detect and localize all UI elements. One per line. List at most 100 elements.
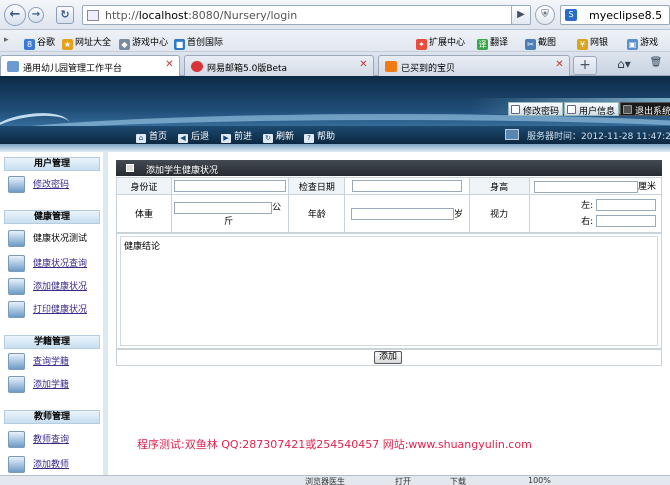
sidebar-item-add-health[interactable]: 添加健康状况 (8, 278, 87, 295)
user-card-icon (8, 176, 25, 193)
age-input[interactable] (350, 208, 454, 221)
height-input[interactable] (533, 180, 638, 193)
sidebar-item-add-teacher[interactable]: 添加教师 (8, 456, 69, 473)
conclusion-textarea[interactable]: 健康结论 (120, 236, 658, 346)
weight-cell: 公斤 (171, 194, 290, 233)
menu-forward[interactable]: ▶ 前进 (221, 129, 252, 143)
monitor-icon (505, 129, 519, 140)
bookmark-google[interactable]: 8 谷歌 (24, 35, 55, 50)
menu-bar: ⌂ 首页 ◀ 后退 ▶ 前进 ↻ 刷新 ? 帮助 服务器时间：2012-11-28 11:… (0, 126, 670, 144)
status-doctor[interactable]: 浏览器医生 (305, 476, 345, 485)
status-download[interactable]: 下载 (450, 476, 466, 485)
translate-button[interactable]: 译翻译 (477, 35, 508, 50)
new-tab-button[interactable]: + (573, 56, 597, 75)
translate-icon: 译 (477, 39, 488, 50)
menu-shadow (0, 144, 670, 152)
search-engine-icon: S (565, 9, 577, 21)
weight-unit-2: 斤 (224, 216, 234, 227)
page-icon (87, 10, 99, 21)
ebank-button[interactable]: ¥ 网银 (577, 35, 608, 50)
gear-icon (8, 376, 25, 393)
form-title-bar: 添加学生健康状况 (116, 160, 662, 176)
height-unit: 厘米 (637, 182, 656, 193)
close-icon[interactable]: ✕ (164, 60, 175, 71)
check-date-label: 检查日期 (288, 177, 346, 195)
refresh-icon: ↻ (263, 134, 273, 143)
bookmark-hao[interactable]: ★ 网址大全 (62, 35, 111, 50)
tab-bar: 通用幼儿园管理工作平台 ✕ 网易邮箱5.0版Beta ✕ 已买到的宝贝 ✕ + … (0, 52, 670, 76)
sidebar-item-change-password[interactable]: 修改密码 (8, 176, 69, 193)
games-button[interactable]: ▣ 游戏 (627, 35, 658, 50)
sidebar-item-print-health[interactable]: 打印健康状况 (8, 301, 87, 318)
age-cell: 岁 (344, 194, 470, 233)
sidebar-item-health-query[interactable]: 健康状况查询 (8, 255, 87, 272)
menu-refresh[interactable]: ↻ 刷新 (263, 129, 294, 143)
bookmark-games[interactable]: ◆ 游戏中心 (119, 35, 168, 50)
bookmark-shouchuang[interactable]: ■ 首创国际 (174, 35, 223, 50)
page-favicon-icon (7, 61, 19, 72)
netease-icon (191, 61, 203, 72)
menu-help[interactable]: ? 帮助 (304, 129, 335, 143)
hao-icon: ★ (62, 39, 73, 50)
weight-label: 体重 (115, 194, 173, 233)
tab-taobao[interactable]: 已买到的宝贝 ✕ (378, 55, 570, 76)
vision-cell: 左: 右: (528, 194, 663, 233)
weight-input[interactable] (174, 201, 273, 214)
go-button[interactable]: ▶ (511, 5, 531, 25)
back-icon[interactable]: ← (4, 4, 26, 26)
sidebar-item-add-enrollment[interactable]: 添加学籍 (8, 376, 69, 393)
menu-back[interactable]: ◀ 后退 (178, 129, 209, 143)
scissors-icon: ✂ (525, 39, 536, 50)
add-button[interactable]: 添加 (374, 351, 402, 364)
conclusion-area: 健康结论 (116, 233, 662, 349)
refresh-icon[interactable]: ↻ (56, 6, 74, 24)
close-icon[interactable]: ✕ (358, 60, 369, 71)
status-open[interactable]: 打开 (395, 476, 411, 485)
extension-center[interactable]: ✦ 扩展中心 (416, 35, 465, 50)
vision-right-label: 右: (581, 216, 594, 227)
vision-label: 视力 (468, 194, 530, 233)
vision-right-input[interactable] (596, 215, 656, 227)
home-icon: ⌂ (136, 134, 146, 143)
sidebar-item-query-teacher[interactable]: 教师查询 (8, 431, 69, 448)
conclusion-text: 健康结论 (124, 242, 161, 252)
user-info-link[interactable]: 用户信息 (564, 102, 620, 117)
id-cell (171, 177, 290, 195)
check-date-cell (344, 177, 470, 195)
vision-left-input[interactable] (596, 199, 656, 211)
bank-icon: ¥ (577, 39, 588, 50)
close-icon[interactable]: ✕ (554, 60, 565, 71)
back-arrow-icon: ◀ (178, 134, 188, 143)
status-bar: 浏览器医生 打开 下载 100% (0, 475, 670, 485)
forward-icon[interactable]: → (28, 7, 44, 23)
bookmark-arrow-icon: ▸ (4, 35, 9, 45)
logout-link[interactable]: 退出系统 (620, 102, 670, 117)
user-card-icon (8, 278, 25, 295)
game-icon: ▣ (627, 39, 638, 50)
search-box[interactable]: S myeclipse8.5 (560, 5, 670, 25)
gear-icon (8, 456, 25, 473)
sidebar-item-health-test[interactable]: 健康状况测试 (8, 230, 87, 247)
change-password-link[interactable]: 修改密码 (508, 102, 564, 117)
gear-icon (8, 353, 25, 370)
menu-home[interactable]: ⌂ 首页 (136, 129, 167, 143)
status-zoom[interactable]: 100% (528, 476, 551, 485)
tab-label: 已买到的宝贝 (401, 64, 456, 74)
id-input[interactable] (174, 180, 287, 192)
sidebar-section-title: 用户管理 (4, 157, 100, 171)
address-bar[interactable]: http://localhost:8080/Nursery/login ▾ (82, 5, 527, 25)
vision-left-label: 左: (581, 200, 594, 211)
trash-icon[interactable]: 🗑 (648, 57, 664, 73)
check-date-input[interactable] (352, 180, 462, 192)
screenshot-button[interactable]: ✂ 截图 (525, 35, 556, 50)
bookmarks-bar: ▸ 8 谷歌 ★ 网址大全 ◆ 游戏中心 ■ 首创国际 ✦ 扩展中心 译翻译 ✂ 截图 ¥ 网… (0, 30, 670, 52)
taobao-icon (385, 61, 397, 72)
user-icon (567, 105, 576, 114)
browser-nav-bar: ← → ↻ http://localhost:8080/Nursery/logi… (0, 0, 670, 30)
tab-netease-mail[interactable]: 网易邮箱5.0版Beta ✕ (184, 55, 374, 76)
shouchuang-icon: ■ (174, 39, 185, 50)
sidebar-item-query-enrollment[interactable]: 查询学籍 (8, 353, 69, 370)
tab-nursery[interactable]: 通用幼儿园管理工作平台 ✕ (0, 55, 180, 76)
shield-icon[interactable]: ⛨ (535, 5, 555, 25)
home-icon[interactable]: ⌂▾ (610, 57, 638, 73)
